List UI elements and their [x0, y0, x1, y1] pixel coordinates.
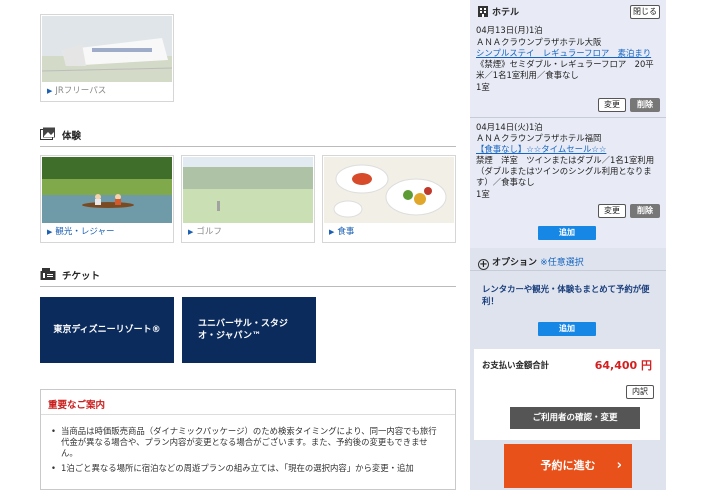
experience-section-header: 体験 — [40, 125, 456, 147]
ticket-section-header: チケット — [40, 265, 456, 287]
stay-1-hotel: ＡＮＡクラウンプラザホテル大阪 — [476, 37, 602, 47]
notice-title: 重要なご案内 — [48, 400, 106, 411]
booking-summary-panel: ホテル 閉じる 04月13日(月)1泊 ＡＮＡクラウンプラザホテル大阪 シンプル… — [470, 0, 666, 490]
stay-1-room: 《禁煙》セミダブル・レギュラーフロア 20平米／1名1室利用／食事なし — [476, 59, 654, 80]
stay-2-change-button[interactable]: 変更 — [598, 204, 626, 218]
golf-label: ▶ ゴルフ — [188, 227, 222, 237]
sightseeing-label: ▶ 観光・レジャー — [47, 227, 115, 237]
hotel-selection-box: ホテル 閉じる 04月13日(月)1泊 ＡＮＡクラウンプラザホテル大阪 シンプル… — [470, 0, 666, 248]
stay-2-plan-link[interactable]: 【食事なし】☆☆タイムセール☆☆ — [476, 144, 606, 155]
stay-2-room: 禁煙 洋室 ツインまたはダブル／1名1室利用（ダブルまたはツインのシングル利用と… — [476, 155, 655, 187]
close-button[interactable]: 閉じる — [630, 5, 660, 19]
notice-item: 当商品は時価販売商品（ダイナミックパッケージ）のため検索タイミングにより、同一内… — [51, 426, 443, 459]
food-photo — [324, 157, 454, 223]
dining-label: ▶ 食事 — [329, 227, 355, 237]
option-add-button[interactable]: 追加 — [538, 322, 596, 336]
train-photo — [42, 16, 172, 82]
photo-icon — [40, 127, 55, 140]
jr-pass-label: ▶ JRフリーパス — [47, 86, 107, 96]
stay-1-delete-button[interactable]: 削除 — [630, 98, 660, 112]
total-label: お支払い金額合計 — [482, 360, 549, 370]
breakdown-button[interactable]: 内訳 — [626, 385, 654, 399]
page: ▶ JRフリーパス 体験 ▶ 観光・レジャー ▶ ゴルフ ▶ 食事 チケット 東… — [0, 0, 706, 490]
option-promo-text: レンタカーや観光・体験もまとめて予約が便利！ — [482, 284, 650, 306]
ticket-title: チケット — [62, 271, 101, 282]
stay-1-count: 1室 — [476, 82, 490, 92]
stay-2-count: 1室 — [476, 189, 490, 199]
canoe-photo — [42, 157, 172, 223]
total-box: お支払い金額合計 64,400 円 内訳 ご利用者の確認・変更 — [474, 349, 660, 440]
notice-item: 1泊ごと異なる場所に宿泊などの周遊プランの組み立ては、「現在の選択内容」から変更… — [51, 463, 443, 474]
usj-ticket-button[interactable]: ユニバーサル・スタジオ・ジャパン™ — [182, 297, 316, 363]
option-header: + オプション ※任意選択 — [478, 258, 584, 270]
stay-1-date: 04月13日(月)1泊 — [476, 25, 543, 35]
stay-2-delete-button[interactable]: 削除 — [630, 204, 660, 218]
stay-2-date: 04月14日(火)1泊 — [476, 122, 543, 132]
building-icon — [478, 6, 488, 17]
important-notice: 重要なご案内 当商品は時価販売商品（ダイナミックパッケージ）のため検索タイミング… — [40, 389, 456, 490]
sightseeing-card[interactable]: ▶ 観光・レジャー — [40, 155, 174, 243]
dining-card[interactable]: ▶ 食事 — [322, 155, 456, 243]
confirm-user-button[interactable]: ご利用者の確認・変更 — [510, 407, 640, 429]
stay-2-hotel: ＡＮＡクラウンプラザホテル福岡 — [476, 133, 602, 143]
golf-card[interactable]: ▶ ゴルフ — [181, 155, 315, 243]
stay-1-change-button[interactable]: 変更 — [598, 98, 626, 112]
ticket-icon — [40, 268, 56, 280]
tokyo-disney-ticket-button[interactable]: 東京ディズニーリゾート® — [40, 297, 174, 363]
proceed-to-booking-button[interactable]: 予約に進む › — [504, 444, 632, 488]
plus-circle-icon: + — [478, 259, 489, 270]
golf-photo — [183, 157, 313, 223]
hotel-add-button[interactable]: 追加 — [538, 226, 596, 240]
jr-pass-card[interactable]: ▶ JRフリーパス — [40, 14, 174, 102]
experience-title: 体験 — [62, 131, 82, 142]
hotel-title: ホテル — [478, 5, 519, 18]
chevron-right-icon: › — [616, 458, 622, 473]
total-amount: 64,400 円 — [594, 359, 652, 372]
stay-1-plan-link[interactable]: シンプルステイ レギュラーフロア 素泊まり — [476, 48, 666, 59]
